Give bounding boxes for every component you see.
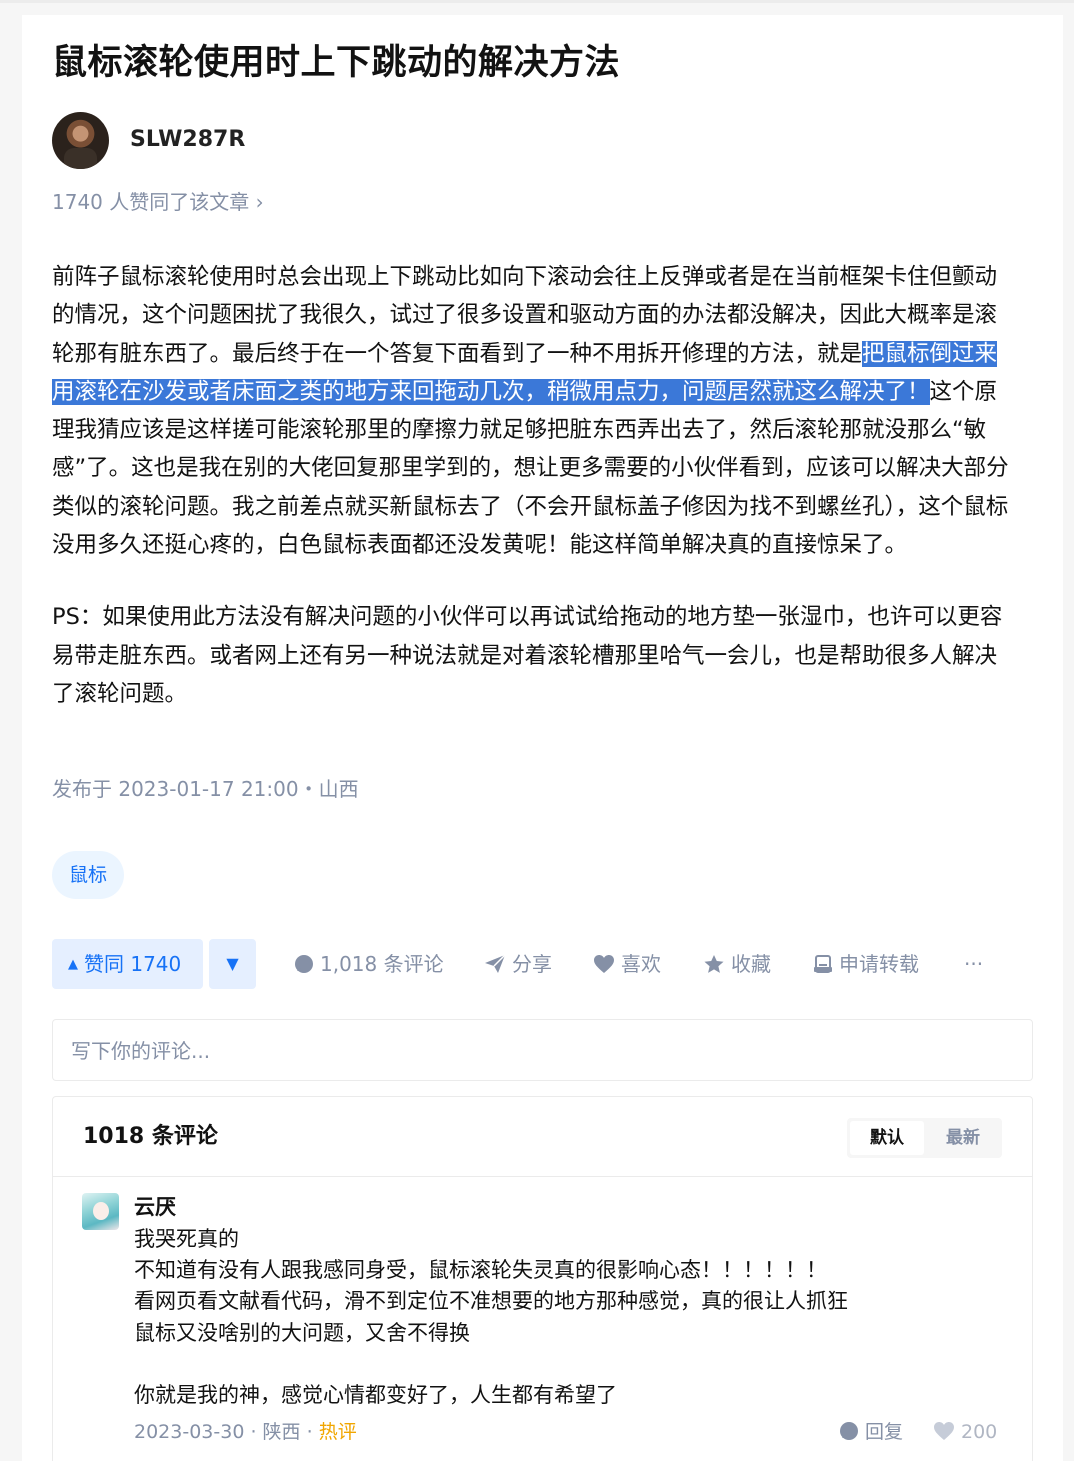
- comment-bubble-icon: [840, 1422, 858, 1440]
- comments-count: 1018 条评论: [83, 1124, 218, 1149]
- collect-label: 收藏: [731, 952, 771, 976]
- comment-meta: 2023-03-30 · 陕西 · 热评: [134, 1418, 357, 1446]
- more-options-button[interactable]: ···: [964, 939, 983, 989]
- comment-line: 你就是我的神，感觉心情都变好了，人生都有希望了: [134, 1383, 617, 1407]
- article-paragraph: 前阵子鼠标滚轮使用时总会出现上下跳动比如向下滚动会往上反弹或者是在当前框架卡住但…: [52, 258, 1018, 564]
- comment-line: 我哭死真的: [134, 1227, 239, 1251]
- comment-blank-line: [134, 1349, 848, 1380]
- comment-location: 陕西: [262, 1421, 301, 1443]
- comment-like-button[interactable]: 200: [933, 1418, 997, 1446]
- comment-like-count: 200: [961, 1421, 998, 1443]
- meta-separator: ·: [244, 1421, 263, 1443]
- author-avatar[interactable]: [52, 112, 109, 169]
- share-label: 分享: [512, 952, 552, 976]
- author-name[interactable]: SLW287R: [130, 125, 245, 155]
- paragraph-text: 前阵子鼠标滚轮使用时总会出现上下跳动比如向下滚动会往上反弹或者是在当前框架卡住但…: [52, 264, 998, 367]
- comments-label: 1,018 条评论: [320, 952, 444, 976]
- article-paragraph-ps: PS：如果使用此方法没有解决问题的小伙伴可以再试试给拖动的地方垫一张湿巾，也许可…: [52, 604, 1003, 707]
- publish-info: 发布于 2023-01-17 21:00・山西: [52, 777, 359, 801]
- likes-summary-link[interactable]: 1740 人赞同了该文章 ›: [52, 188, 264, 216]
- share-button[interactable]: 分享: [484, 939, 552, 989]
- reply-label: 回复: [865, 1421, 904, 1443]
- commenter-name[interactable]: 云厌: [134, 1193, 176, 1221]
- sort-default-button[interactable]: 默认: [850, 1121, 924, 1155]
- like-label: 喜欢: [621, 952, 661, 976]
- comments-header: 1018 条评论 默认 最新: [53, 1097, 1032, 1177]
- comment-line: 看网页看文献看代码，滑不到定位不准想要的地方那种感觉，真的很让人抓狂: [134, 1289, 848, 1314]
- sort-latest-button[interactable]: 最新: [927, 1121, 999, 1155]
- paragraph-text: 这个原理我猜应该是这样搓可能滚轮那里的摩擦力就足够把脏东西弄出去了，然后滚轮那就…: [52, 378, 1009, 559]
- paper-plane-icon: [485, 954, 506, 973]
- heart-icon: [934, 1422, 954, 1440]
- article-card: 鼠标滚轮使用时上下跳动的解决方法 SLW287R 1740 人赞同了该文章 › …: [22, 15, 1063, 1461]
- hot-comment-badge: 热评: [318, 1421, 357, 1443]
- comment-input[interactable]: 写下你的评论...: [52, 1019, 1033, 1081]
- commenter-avatar[interactable]: [82, 1193, 119, 1230]
- document-icon: [814, 955, 832, 973]
- comment-bubble-icon: [295, 955, 313, 973]
- like-button[interactable]: 喜欢: [593, 939, 661, 989]
- comment-line: 不知道有没有人跟我感同身受，鼠标滚轮失灵真的很影响心态！！！！！！: [134, 1258, 827, 1283]
- vote-up-label: 赞同 1740: [84, 952, 182, 976]
- meta-separator: ·: [300, 1421, 319, 1443]
- article-body: 前阵子鼠标滚轮使用时总会出现上下跳动比如向下滚动会往上反弹或者是在当前框架卡住但…: [52, 258, 1018, 747]
- triangle-up-icon: ▲: [68, 957, 78, 972]
- collect-button[interactable]: 收藏: [703, 939, 771, 989]
- comment-text: 我哭死真的 不知道有没有人跟我感同身受，鼠标滚轮失灵真的很影响心态！！！！！！ …: [134, 1224, 848, 1411]
- star-icon: [704, 954, 724, 973]
- vote-down-button[interactable]: ▼: [209, 939, 256, 989]
- topic-tag[interactable]: 鼠标: [52, 851, 125, 899]
- action-bar: ▲ 赞同 1740 ▼ 1,018 条评论 分享 喜欢 收藏 申请转载 ···: [52, 939, 1042, 989]
- reply-button[interactable]: 回复: [839, 1418, 903, 1446]
- article-title: 鼠标滚轮使用时上下跳动的解决方法: [52, 43, 621, 83]
- comment-line: 鼠标又没啥别的大问题，又舍不得换: [134, 1320, 470, 1345]
- repost-request-button[interactable]: 申请转载: [813, 939, 919, 989]
- comments-section: 1018 条评论 默认 最新 云厌 我哭死真的 不知道有没有人跟我感同身受，鼠标…: [52, 1096, 1033, 1461]
- comment-sort-toggle: 默认 最新: [847, 1118, 1002, 1158]
- heart-icon: [594, 955, 614, 973]
- vote-up-button[interactable]: ▲ 赞同 1740: [52, 939, 203, 989]
- repost-label: 申请转载: [839, 952, 919, 976]
- comment-date: 2023-03-30: [134, 1421, 245, 1443]
- top-border: [0, 0, 1074, 3]
- comments-button[interactable]: 1,018 条评论: [294, 939, 444, 989]
